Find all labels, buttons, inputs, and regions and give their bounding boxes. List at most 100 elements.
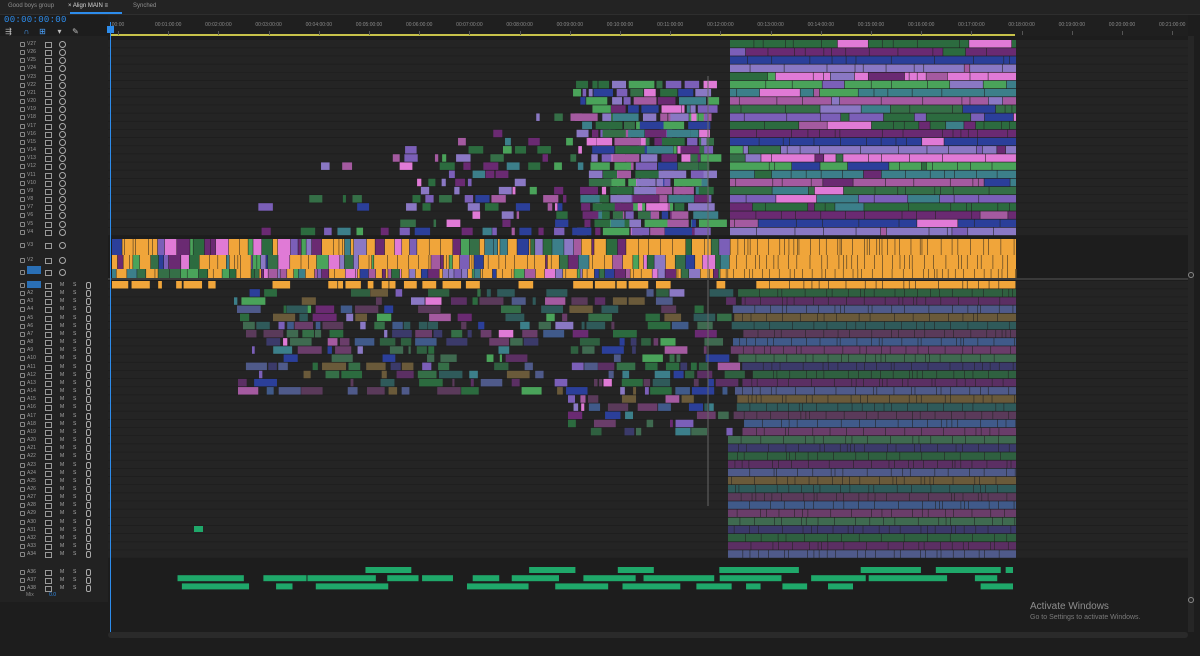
lock-icon[interactable] (20, 586, 25, 592)
track-lane[interactable] (108, 501, 1188, 509)
audio-clip[interactable] (965, 436, 985, 444)
audio-clip[interactable] (1004, 509, 1016, 517)
audio-clip[interactable] (990, 427, 999, 436)
audio-clip[interactable] (909, 395, 917, 403)
clip[interactable] (730, 186, 772, 195)
audio-clip[interactable] (569, 305, 593, 313)
audio-clip[interactable] (772, 362, 780, 371)
clip[interactable] (787, 146, 800, 154)
audio-clip[interactable] (780, 362, 803, 371)
audio-clip[interactable] (415, 329, 433, 338)
clip[interactable] (168, 255, 181, 269)
audio-clip[interactable] (181, 583, 250, 590)
mute-button[interactable]: M (60, 346, 64, 354)
clip[interactable] (592, 203, 615, 211)
clip[interactable] (926, 113, 971, 121)
clip[interactable] (581, 203, 591, 211)
audio-clip[interactable] (994, 542, 1008, 550)
audio-clip[interactable] (688, 403, 704, 411)
lock-icon[interactable] (20, 544, 25, 550)
clip[interactable] (695, 88, 712, 97)
audio-clip[interactable] (828, 281, 846, 289)
audio-clip[interactable] (673, 370, 684, 379)
clip[interactable] (1009, 121, 1016, 130)
clip[interactable] (927, 146, 949, 154)
clip[interactable] (822, 80, 845, 89)
audio-clip[interactable] (846, 281, 865, 289)
audio-clip[interactable] (734, 313, 743, 322)
clip[interactable] (417, 178, 422, 187)
audio-clip[interactable] (177, 575, 244, 582)
clip[interactable] (252, 255, 257, 269)
clip[interactable] (663, 121, 685, 130)
clip[interactable] (984, 88, 1016, 97)
clip[interactable] (612, 80, 627, 89)
clip[interactable] (280, 269, 287, 278)
mute-button[interactable]: M (60, 542, 64, 550)
clip[interactable] (305, 269, 315, 278)
clip[interactable] (402, 239, 410, 255)
clip[interactable] (688, 269, 700, 278)
clip[interactable] (889, 162, 900, 170)
sync-lock-icon[interactable] (45, 356, 52, 363)
tab-align-main[interactable]: × Align MAIN ≡ (68, 3, 108, 9)
audio-clip[interactable] (792, 542, 810, 550)
audio-clip[interactable] (846, 427, 864, 436)
clip[interactable] (657, 97, 676, 105)
audio-clip[interactable] (887, 452, 900, 460)
microphone-icon[interactable] (86, 477, 91, 485)
lock-icon[interactable] (20, 58, 25, 64)
clip[interactable] (588, 178, 612, 187)
audio-clip[interactable] (158, 281, 162, 289)
audio-clip[interactable] (796, 346, 801, 354)
audio-clip[interactable] (749, 460, 773, 469)
audio-clip[interactable] (916, 321, 925, 330)
sync-lock-icon[interactable] (45, 164, 52, 171)
audio-clip[interactable] (715, 378, 739, 387)
clip[interactable] (790, 269, 795, 278)
video-track-header[interactable]: V11 (0, 171, 108, 179)
clip[interactable] (678, 269, 681, 278)
audio-clip[interactable] (722, 387, 728, 395)
audio-clip[interactable] (738, 444, 746, 452)
clip[interactable] (380, 227, 389, 236)
clip[interactable] (822, 255, 827, 269)
audio-clip[interactable] (828, 362, 838, 371)
audio-clip[interactable] (728, 485, 736, 493)
audio-clip[interactable] (301, 387, 323, 395)
audio-clip[interactable] (817, 313, 824, 322)
audio-clip[interactable] (728, 533, 746, 542)
audio-clip[interactable] (754, 476, 777, 485)
clip[interactable] (690, 170, 704, 179)
clip[interactable] (469, 255, 472, 269)
audio-clip[interactable] (963, 493, 978, 501)
sync-lock-icon[interactable] (45, 438, 52, 445)
audio-clip[interactable] (891, 468, 903, 477)
audio-clip[interactable] (375, 297, 382, 305)
clip[interactable] (129, 255, 133, 269)
audio-clip[interactable] (795, 387, 815, 395)
sync-lock-icon[interactable] (45, 307, 52, 314)
audio-clip[interactable] (770, 305, 782, 313)
clip[interactable] (784, 239, 789, 255)
audio-clip[interactable] (795, 452, 808, 460)
audio-clip[interactable] (980, 485, 986, 493)
audio-clip[interactable] (900, 525, 921, 534)
clip[interactable] (846, 56, 856, 64)
clip[interactable] (853, 269, 858, 278)
audio-clip[interactable] (873, 387, 877, 395)
audio-clip[interactable] (315, 321, 321, 330)
audio-clip[interactable] (176, 281, 182, 289)
clip[interactable] (827, 64, 855, 72)
audio-clip[interactable] (904, 305, 929, 313)
clip[interactable] (730, 203, 753, 211)
audio-clip[interactable] (813, 297, 828, 305)
clip[interactable] (800, 88, 814, 97)
audio-clip[interactable] (1010, 346, 1016, 354)
clip[interactable] (681, 154, 691, 162)
solo-button[interactable]: S (73, 403, 76, 411)
clip[interactable] (974, 219, 1000, 228)
audio-track-header[interactable]: A3 M S (0, 297, 108, 306)
solo-button[interactable]: S (73, 461, 76, 469)
clip[interactable] (698, 113, 704, 121)
